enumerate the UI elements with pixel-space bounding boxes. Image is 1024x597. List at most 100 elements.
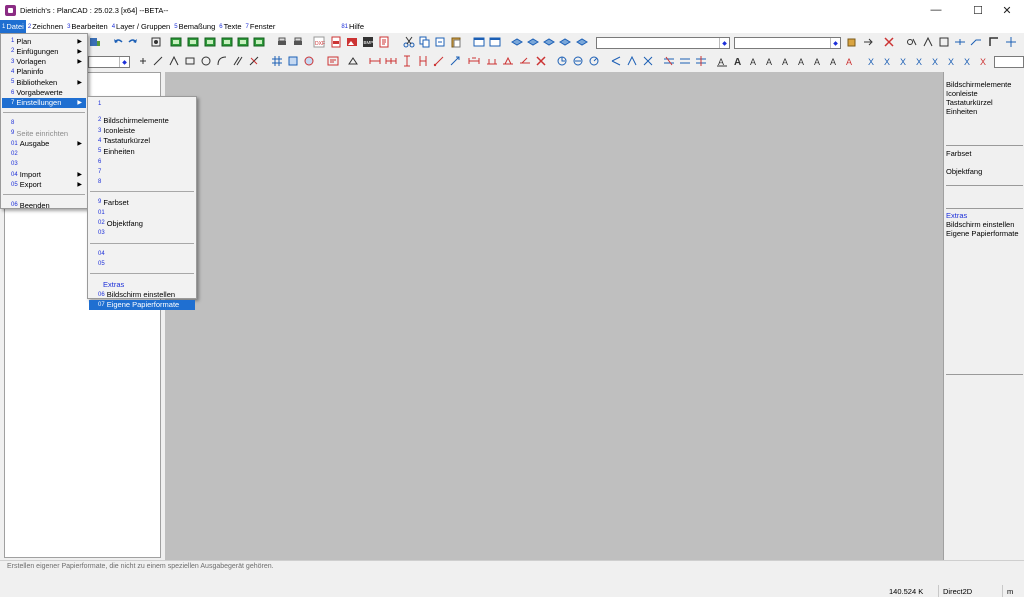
file-menu-item-beenden[interactable]: 06 Beenden	[2, 200, 86, 210]
rp-bildschirm-einstellen[interactable]: Bildschirm einstellen	[946, 220, 1014, 229]
file-menu-item-import[interactable]: 04 Import ▶	[2, 170, 86, 180]
export-pdf-icon[interactable]	[378, 36, 390, 48]
file-menu-item-item-8[interactable]: 8	[2, 118, 86, 128]
text-combo[interactable]	[994, 56, 1024, 68]
hatch-icon[interactable]	[271, 55, 283, 67]
layer-combo[interactable]: ◆	[596, 37, 730, 49]
dim-delete-icon[interactable]	[535, 55, 547, 67]
chevron-down-icon[interactable]: ◆	[119, 57, 129, 67]
copy-icon[interactable]	[419, 36, 431, 48]
app-icon[interactable]	[5, 4, 16, 16]
snap-3-icon[interactable]	[938, 36, 950, 48]
close-button[interactable]: ✕	[990, 0, 1024, 20]
redo-icon[interactable]	[127, 36, 139, 48]
file-menu-item-vorlagen[interactable]: 3 Vorlagen ▶	[2, 57, 86, 67]
settings-item-item-03[interactable]: 03	[89, 228, 195, 238]
view-5-icon[interactable]	[237, 36, 249, 48]
file-menu-item-plan[interactable]: 1 Plan ▶	[2, 36, 86, 46]
view-3-icon[interactable]	[204, 36, 216, 48]
file-menu-item-einstellungen[interactable]: 7 Einstellungen ▶	[2, 97, 86, 108]
chevron-down-icon[interactable]: ◆	[719, 38, 729, 48]
text-6-icon[interactable]: A	[796, 55, 808, 67]
dim-10-icon[interactable]	[519, 55, 531, 67]
print-all-icon[interactable]	[292, 36, 304, 48]
menu-texte[interactable]: 6 Texte	[217, 20, 243, 33]
dim-5-icon[interactable]	[433, 55, 445, 67]
dim-2-icon[interactable]	[385, 55, 397, 67]
angle-3-icon[interactable]	[642, 55, 654, 67]
dim-8-icon[interactable]	[486, 55, 498, 67]
angle-1-icon[interactable]	[610, 55, 622, 67]
file-menu-item-planinfo[interactable]: 4 Planinfo	[2, 67, 86, 77]
fill-icon[interactable]	[287, 55, 299, 67]
layer-3-icon[interactable]	[543, 36, 555, 48]
dim-7-icon[interactable]	[468, 55, 480, 67]
rotate-3-icon[interactable]	[588, 55, 600, 67]
rp-tastaturkuerzel[interactable]: Tastaturkürzel	[946, 98, 993, 107]
settings-item-item-6[interactable]: 6	[89, 157, 195, 167]
text-edit-delete-icon[interactable]: X	[978, 55, 990, 67]
rp-bildschirmelemente[interactable]: Bildschirmelemente	[946, 80, 1011, 89]
rp-farbset[interactable]: Farbset	[946, 149, 971, 158]
menu-fenster[interactable]: 7 Fenster	[244, 20, 278, 33]
file-menu-item-einfügungen[interactable]: 2 Einfügungen ▶	[2, 46, 86, 56]
circle-icon[interactable]	[200, 55, 212, 67]
snap-5-icon[interactable]	[970, 36, 982, 48]
settings-item-farbset[interactable]: 9 Farbset	[89, 197, 195, 207]
text-edit-1-icon[interactable]: X	[866, 55, 878, 67]
dim-1-icon[interactable]	[369, 55, 381, 67]
dim-3-icon[interactable]	[401, 55, 413, 67]
text-align-icon[interactable]	[347, 55, 359, 67]
rp-iconleiste[interactable]: Iconleiste	[946, 89, 978, 98]
scale-combo[interactable]: ◆	[88, 56, 130, 68]
snap-2-icon[interactable]	[922, 36, 934, 48]
file-menu-item-export[interactable]: 05 Export ▶	[2, 180, 86, 190]
file-menu-item-item-03[interactable]: 03	[2, 159, 86, 169]
pdf-icon[interactable]	[330, 36, 342, 48]
rp-eigene-papierformate[interactable]: Eigene Papierformate	[946, 229, 1019, 238]
chevron-down-icon[interactable]: ◆	[830, 38, 840, 48]
copy-special-icon[interactable]	[434, 36, 446, 48]
settings-item-iconleiste[interactable]: 3 Iconleiste	[89, 126, 195, 136]
text-edit-7-icon[interactable]: X	[962, 55, 974, 67]
dxf-icon[interactable]: DXF	[313, 36, 325, 48]
offset-1-icon[interactable]	[663, 55, 675, 67]
rotate-1-icon[interactable]	[556, 55, 568, 67]
layer-5-icon[interactable]	[576, 36, 588, 48]
dim-9-icon[interactable]	[502, 55, 514, 67]
text-frame-icon[interactable]	[327, 55, 339, 67]
snap-6-icon[interactable]	[988, 36, 1000, 48]
text-edit-6-icon[interactable]: X	[946, 55, 958, 67]
layer-1-icon[interactable]	[511, 36, 523, 48]
settings-item-item-04[interactable]: 04	[89, 249, 195, 259]
point-icon[interactable]	[137, 55, 149, 67]
settings-item-item-01[interactable]: 01	[89, 208, 195, 218]
settings-item-objektfang[interactable]: 02 Objektfang	[89, 218, 195, 228]
cut-icon[interactable]	[403, 36, 415, 48]
settings-item-tastaturkürzel[interactable]: 4 Tastaturkürzel	[89, 136, 195, 146]
settings-item-item-8[interactable]: 8	[89, 177, 195, 187]
menu-hilfe[interactable]: 81 Hilfe	[339, 20, 366, 33]
snap-4-icon[interactable]	[954, 36, 966, 48]
settings-item-item-7[interactable]: 7	[89, 167, 195, 177]
text-4-icon[interactable]: A	[764, 55, 776, 67]
print-preview-icon[interactable]	[150, 36, 162, 48]
rp-einheiten[interactable]: Einheiten	[946, 107, 977, 116]
layer-2-icon[interactable]	[527, 36, 539, 48]
rotate-2-icon[interactable]	[572, 55, 584, 67]
delete-line-icon[interactable]	[248, 55, 260, 67]
import-icon[interactable]	[89, 36, 101, 48]
undo-icon[interactable]	[112, 36, 124, 48]
drawing-canvas[interactable]	[165, 72, 943, 560]
file-menu-item-bibliotheken[interactable]: 5 Bibliotheken ▶	[2, 77, 86, 87]
text-5-icon[interactable]: A	[780, 55, 792, 67]
dim-4-icon[interactable]	[417, 55, 429, 67]
file-menu-item-item-02[interactable]: 02	[2, 149, 86, 159]
menu-layer-gruppen[interactable]: 4 Layer / Gruppen	[110, 20, 173, 33]
view-6-icon[interactable]	[253, 36, 265, 48]
text-edit-4-icon[interactable]: X	[914, 55, 926, 67]
move-icon[interactable]	[1005, 36, 1017, 48]
settings-item-einheiten[interactable]: 5 Einheiten	[89, 146, 195, 156]
settings-item-item-1[interactable]: 1	[89, 99, 195, 109]
snap-1-icon[interactable]	[906, 36, 918, 48]
